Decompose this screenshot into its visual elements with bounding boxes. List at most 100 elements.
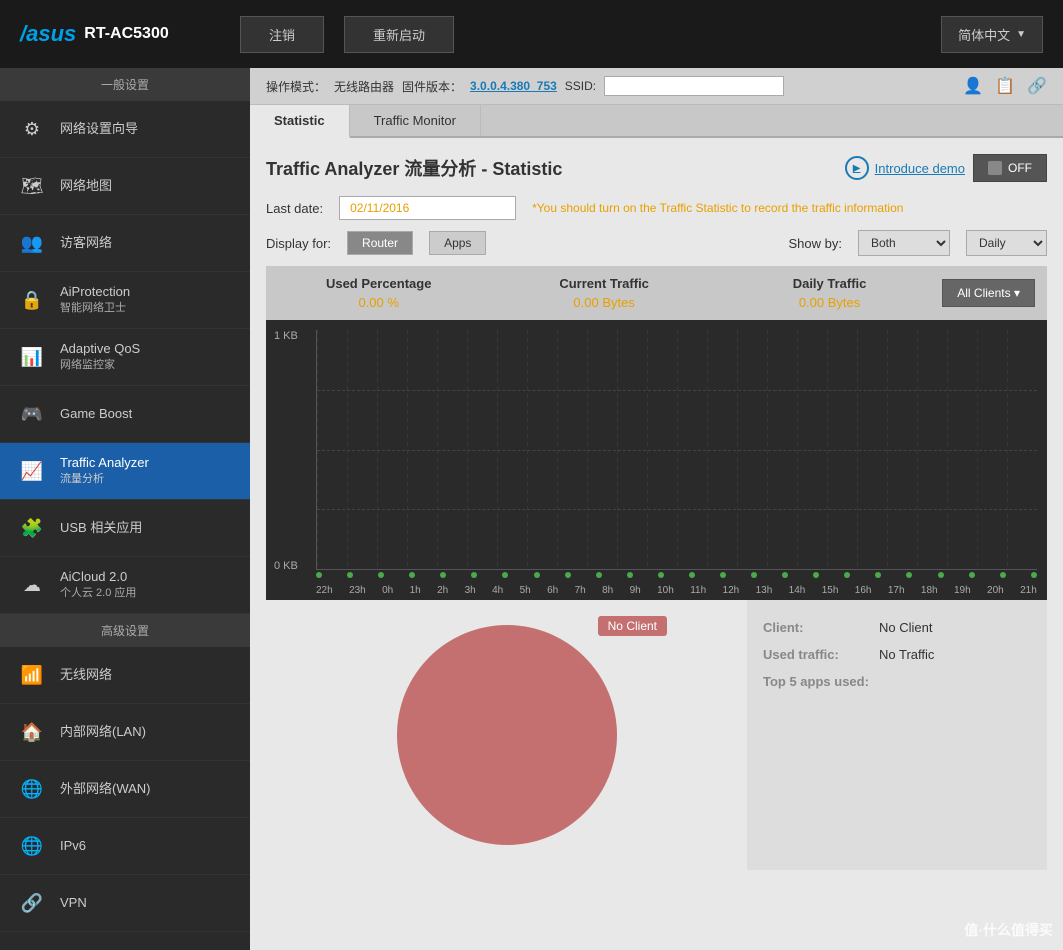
chevron-down-icon: ▼ xyxy=(1016,29,1026,40)
chart-dot xyxy=(875,572,881,578)
chart-y-top-label: 1 KB xyxy=(274,330,298,342)
sidebar-item-traffic-analyzer[interactable]: 📈 Traffic Analyzer 流量分析 xyxy=(0,443,250,500)
header-icons: 👤 📋 🔗 xyxy=(963,76,1047,96)
chart-vertical-lines xyxy=(317,330,1037,569)
sidebar-item-wan[interactable]: 🌐 外部网络(WAN) xyxy=(0,761,250,818)
date-input[interactable] xyxy=(339,196,516,220)
all-clients-button[interactable]: All Clients ▾ xyxy=(942,279,1035,307)
chart-y-bottom-label: 0 KB xyxy=(274,560,298,572)
chart-dot xyxy=(938,572,944,578)
period-select[interactable]: Daily Weekly Monthly xyxy=(966,230,1047,256)
content-area: 操作模式： 无线路由器 固件版本： 3.0.0.4.380_753 SSID: … xyxy=(250,68,1063,950)
sidebar-item-game-boost[interactable]: 🎮 Game Boost xyxy=(0,386,250,443)
sidebar-item-firewall[interactable]: 🛡 防火墙 xyxy=(0,932,250,950)
content-body: Traffic Analyzer 流量分析 - Statistic ▶ Intr… xyxy=(250,138,1063,886)
page-title: Traffic Analyzer 流量分析 - Statistic xyxy=(266,155,562,181)
display-for-row: Display for: Router Apps Show by: Both U… xyxy=(266,230,1047,256)
show-by-select[interactable]: Both Upload Download xyxy=(858,230,950,256)
demo-link[interactable]: ▶ Introduce demo xyxy=(845,156,965,180)
mode-value: 无线路由器 xyxy=(334,78,394,95)
usb-apps-icon: 🧩 xyxy=(16,512,48,544)
info-panel: Client: No Client Used traffic: No Traff… xyxy=(747,600,1047,870)
chart-dot xyxy=(813,572,819,578)
used-pct-label: Used Percentage xyxy=(266,276,491,291)
display-apps-button[interactable]: Apps xyxy=(429,231,486,255)
firmware-value[interactable]: 3.0.0.4.380_753 xyxy=(470,79,557,93)
tabs-bar: Statistic Traffic Monitor xyxy=(250,105,1063,138)
client-value: No Client xyxy=(879,620,932,635)
chart-dot xyxy=(782,572,788,578)
sidebar-item-vpn[interactable]: 🔗 VPN xyxy=(0,875,250,932)
used-traffic-row: Used traffic: No Traffic xyxy=(763,647,1031,662)
chart-dot xyxy=(969,572,975,578)
stats-row: Used Percentage 0.00 % Current Traffic 0… xyxy=(266,266,1047,320)
daily-traffic-label: Daily Traffic xyxy=(717,276,942,291)
toggle-switch[interactable]: OFF xyxy=(973,154,1047,182)
sidebar-item-wireless[interactable]: 📶 无线网络 xyxy=(0,647,250,704)
sidebar-section-general: 一般设置 xyxy=(0,68,250,101)
adaptive-qos-icon: 📊 xyxy=(16,341,48,373)
last-date-label: Last date: xyxy=(266,201,323,216)
used-traffic-value: No Traffic xyxy=(879,647,934,662)
chart-dot xyxy=(627,572,633,578)
toggle-area: ▶ Introduce demo OFF xyxy=(845,154,1047,182)
sidebar-item-aicloud[interactable]: ☁ AiCloud 2.0 个人云 2.0 应用 xyxy=(0,557,250,614)
sidebar-item-usb-apps[interactable]: 🧩 USB 相关应用 xyxy=(0,500,250,557)
firmware-label: 固件版本： xyxy=(402,78,462,95)
network-map-icon: 🗺 xyxy=(16,170,48,202)
guest-network-icon: 👥 xyxy=(16,227,48,259)
chart-dot xyxy=(1000,572,1006,578)
chart-x-labels: 22h23h 0h1h 2h3h 4h5h 6h7h 8h9h 10h11h 1… xyxy=(316,585,1037,596)
language-selector[interactable]: 简体中文 ▼ xyxy=(941,16,1043,53)
pie-chart xyxy=(397,625,617,845)
no-client-badge: No Client xyxy=(598,616,667,636)
chart-dot xyxy=(1031,572,1037,578)
ipv6-icon: 🌐 xyxy=(16,830,48,862)
sidebar-item-ipv6[interactable]: 🌐 IPv6 xyxy=(0,818,250,875)
sidebar-item-ai-protection[interactable]: 🔒 AiProtection 智能网络卫士 xyxy=(0,272,250,329)
model-name: RT-AC5300 xyxy=(84,25,168,43)
vpn-icon: 🔗 xyxy=(16,887,48,919)
analyzer-header: Traffic Analyzer 流量分析 - Statistic ▶ Intr… xyxy=(266,154,1047,182)
logout-button[interactable]: 注销 xyxy=(240,16,324,53)
bottom-area: No Client Client: No Client Used traffic… xyxy=(266,600,1047,870)
chart-area: 1 KB 0 KB xyxy=(266,320,1047,600)
chart-dot xyxy=(502,572,508,578)
chart-dot-row xyxy=(316,572,1037,578)
chart-dot xyxy=(440,572,446,578)
sidebar-section-advanced: 高级设置 xyxy=(0,614,250,647)
ssid-input[interactable] xyxy=(604,76,784,96)
chart-dot xyxy=(720,572,726,578)
notice-text: *You should turn on the Traffic Statisti… xyxy=(532,201,1047,215)
sidebar: 一般设置 ⚙ 网络设置向导 🗺 网络地图 👥 访客网络 🔒 AiProtecti… xyxy=(0,68,250,950)
lan-icon: 🏠 xyxy=(16,716,48,748)
play-icon: ▶ xyxy=(845,156,869,180)
date-row: Last date: *You should turn on the Traff… xyxy=(266,196,1047,220)
chart-dot xyxy=(316,572,322,578)
network-guide-icon: ⚙ xyxy=(16,113,48,145)
copy-icon: 📋 xyxy=(995,76,1015,96)
sidebar-item-network-guide[interactable]: ⚙ 网络设置向导 xyxy=(0,101,250,158)
client-row: Client: No Client xyxy=(763,620,1031,635)
chart-dot xyxy=(751,572,757,578)
aicloud-icon: ☁ xyxy=(16,569,48,601)
chart-dot xyxy=(378,572,384,578)
chart-grid xyxy=(316,330,1037,570)
sidebar-item-network-map[interactable]: 🗺 网络地图 xyxy=(0,158,250,215)
logo-area: /asus RT-AC5300 xyxy=(20,21,220,47)
chart-dot xyxy=(534,572,540,578)
tab-traffic-monitor[interactable]: Traffic Monitor xyxy=(350,105,481,136)
restart-button[interactable]: 重新启动 xyxy=(344,16,454,53)
sidebar-item-adaptive-qos[interactable]: 📊 Adaptive QoS 网络监控家 xyxy=(0,329,250,386)
display-router-button[interactable]: Router xyxy=(347,231,413,255)
sidebar-item-guest-network[interactable]: 👥 访客网络 xyxy=(0,215,250,272)
asus-logo: /asus xyxy=(20,21,76,47)
daily-traffic-stat: Daily Traffic 0.00 Bytes xyxy=(717,276,942,310)
wan-icon: 🌐 xyxy=(16,773,48,805)
top5-label: Top 5 apps used: xyxy=(763,674,1031,689)
current-traffic-stat: Current Traffic 0.00 Bytes xyxy=(491,276,716,310)
sidebar-item-lan[interactable]: 🏠 内部网络(LAN) xyxy=(0,704,250,761)
tab-statistic[interactable]: Statistic xyxy=(250,105,350,138)
toggle-dot xyxy=(988,161,1002,175)
used-percentage-stat: Used Percentage 0.00 % xyxy=(266,276,491,310)
